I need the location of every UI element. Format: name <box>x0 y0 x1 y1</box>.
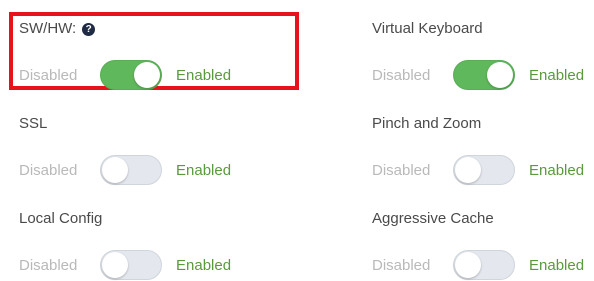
disabled-label: Disabled <box>19 161 78 179</box>
enabled-label: Enabled <box>529 161 585 179</box>
disabled-label: Disabled <box>19 66 78 84</box>
setting-aggressive-cache: Aggressive Cache Disabled Enabled <box>372 210 584 281</box>
toggle-knob <box>134 62 160 88</box>
aggressive-cache-toggle[interactable] <box>453 250 515 280</box>
toggle-knob <box>455 252 481 278</box>
setting-title: Pinch and Zoom <box>372 115 482 132</box>
disabled-label: Disabled <box>19 256 78 274</box>
disabled-label: Disabled <box>372 161 431 179</box>
virtual-keyboard-toggle[interactable] <box>453 60 515 90</box>
setting-sw-hw: SW/HW: ? Disabled Enabled <box>19 20 231 91</box>
disabled-label: Disabled <box>372 256 431 274</box>
setting-virtual-keyboard: Virtual Keyboard Disabled Enabled <box>372 20 584 91</box>
sw-hw-toggle[interactable] <box>100 60 162 90</box>
enabled-label: Enabled <box>529 256 585 274</box>
toggle-knob <box>487 62 513 88</box>
setting-title: Aggressive Cache <box>372 210 494 227</box>
local-config-toggle[interactable] <box>100 250 162 280</box>
pinch-and-zoom-toggle[interactable] <box>453 155 515 185</box>
enabled-label: Enabled <box>529 66 585 84</box>
setting-title: Local Config <box>19 210 103 227</box>
toggle-knob <box>102 252 128 278</box>
enabled-label: Enabled <box>176 256 232 274</box>
setting-title: Virtual Keyboard <box>372 20 483 37</box>
enabled-label: Enabled <box>176 161 232 179</box>
setting-local-config: Local Config Disabled Enabled <box>19 210 231 281</box>
setting-ssl: SSL Disabled Enabled <box>19 115 231 186</box>
setting-title: SSL <box>19 115 48 132</box>
toggle-knob <box>455 157 481 183</box>
setting-title: SW/HW: <box>19 20 77 37</box>
setting-pinch-and-zoom: Pinch and Zoom Disabled Enabled <box>372 115 584 186</box>
disabled-label: Disabled <box>372 66 431 84</box>
toggle-knob <box>102 157 128 183</box>
help-icon[interactable]: ? <box>82 22 96 36</box>
enabled-label: Enabled <box>176 66 232 84</box>
ssl-toggle[interactable] <box>100 155 162 185</box>
